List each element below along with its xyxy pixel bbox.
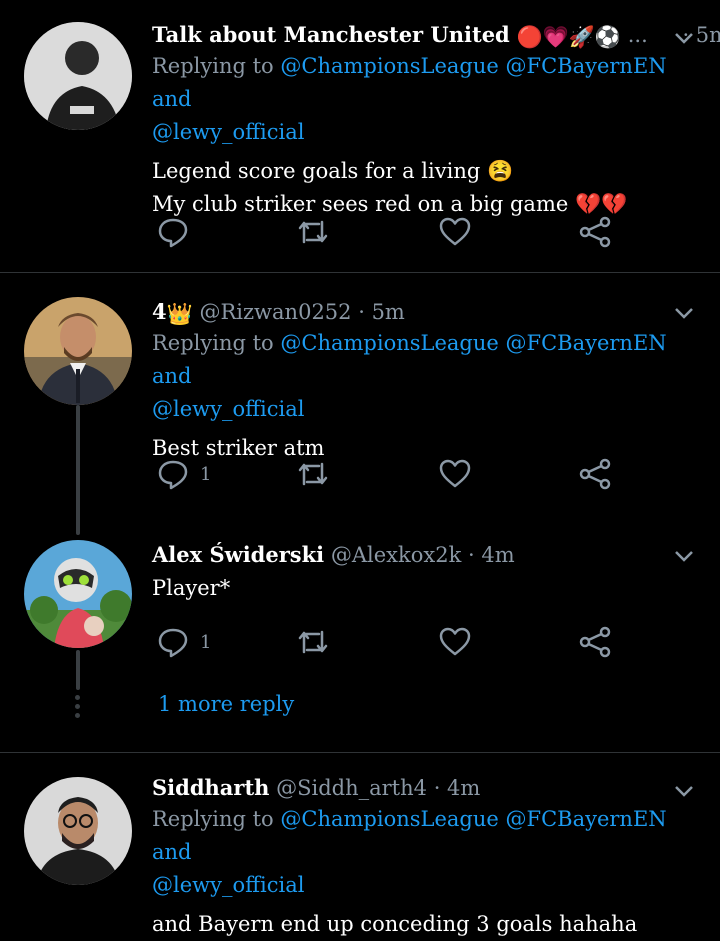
share-button[interactable] [578,214,612,250]
chevron-down-icon[interactable] [672,544,696,568]
retweet-icon [298,220,328,244]
thread-line [76,405,80,535]
retweet-icon [298,462,328,486]
reply-button[interactable] [156,214,200,250]
timestamp[interactable]: · 4m [468,543,515,567]
share-button[interactable] [578,624,612,660]
tweet[interactable]: 4👑 @Rizwan0252 · 5m Replying to @Champio… [0,273,720,513]
display-name[interactable]: Siddharth [152,775,269,800]
avatar[interactable] [24,777,132,885]
tweet[interactable]: Alex Świderski @Alexkox2k · 4m Player* 1 [0,520,720,670]
display-name[interactable]: Talk about Manchester United [152,22,510,47]
mention-link[interactable]: @lewy_official [152,120,304,144]
avatar[interactable] [24,540,132,648]
share-icon [579,626,611,658]
reply-button[interactable]: 1 [156,456,211,492]
like-button[interactable] [438,456,472,492]
reply-count: 1 [200,463,212,485]
reply-count: 1 [200,631,212,653]
user-handle[interactable]: @Alexkox2k [331,543,461,567]
reply-icon [158,460,188,490]
share-icon [579,216,611,248]
retweet-icon [298,630,328,654]
show-more-replies-link[interactable]: 1 more reply [158,692,294,716]
heart-icon [439,627,471,656]
mention-link[interactable]: @lewy_official [152,873,304,897]
user-handle[interactable]: @Siddh_arth4 [276,776,427,800]
retweet-button[interactable] [296,624,330,660]
user-handle[interactable]: @Rizwan0252 [199,300,351,324]
avatar-image [24,22,132,130]
timestamp[interactable]: · 4m [434,776,481,800]
mention-link[interactable]: @FCBayernEN [506,807,667,831]
retweet-button[interactable] [296,456,330,492]
tweet[interactable]: Siddharth @Siddh_arth4 · 4m Replying to … [0,753,720,936]
thread-line [76,650,80,690]
name-emojis: 🔴💗🚀⚽ [516,24,622,49]
avatar[interactable] [24,297,132,405]
avatar-image [24,777,132,885]
replying-to: Replying to @ChampionsLeague @FCBayernEN… [152,331,667,421]
tweet-header: 4👑 @Rizwan0252 · 5m [152,297,700,327]
display-name[interactable]: 4 [152,299,167,324]
tweet[interactable]: Talk about Manchester United 🔴💗🚀⚽ ... · … [0,0,720,272]
replying-to: Replying to @ChampionsLeague @FCBayernEN… [152,807,667,897]
heart-icon [439,217,471,246]
tweet-header: Alex Świderski @Alexkox2k · 4m [152,540,700,570]
mention-link[interactable]: @FCBayernEN [506,54,667,78]
ellipsis: ... [627,23,648,47]
mention-link[interactable]: @ChampionsLeague [280,807,498,831]
reply-icon [158,628,188,658]
heart-icon [439,459,471,488]
tweet-header: Siddharth @Siddh_arth4 · 4m [152,773,700,803]
chevron-down-icon[interactable] [672,779,696,803]
chevron-down-icon[interactable] [672,301,696,325]
share-icon [579,458,611,490]
tweet-text: Player* [152,576,231,600]
share-button[interactable] [578,456,612,492]
display-name[interactable]: Alex Świderski [152,542,324,567]
like-button[interactable] [438,214,472,250]
reply-button[interactable]: 1 [156,624,211,660]
avatar[interactable] [24,22,132,130]
mention-link[interactable]: @lewy_official [152,397,304,421]
replying-to: Replying to @ChampionsLeague @FCBayernEN… [152,54,667,144]
mention-link[interactable]: @ChampionsLeague [280,54,498,78]
avatar-image [24,540,132,648]
mention-link[interactable]: @FCBayernEN [506,331,667,355]
thread-more-dots [75,695,81,722]
tweet-header: Talk about Manchester United 🔴💗🚀⚽ ... · … [152,20,720,50]
avatar-image [24,297,132,405]
tweet-text: Legend score goals for a living 😫 My clu… [152,159,628,216]
chevron-down-icon[interactable] [672,26,696,50]
timestamp[interactable]: · 5m [358,300,405,324]
like-button[interactable] [438,624,472,660]
mention-link[interactable]: @ChampionsLeague [280,331,498,355]
tweet-text: and Bayern end up conceding 3 goals haha… [152,912,638,936]
crown-emoji: 👑 [166,301,193,326]
reply-icon [158,218,188,248]
retweet-button[interactable] [296,214,330,250]
